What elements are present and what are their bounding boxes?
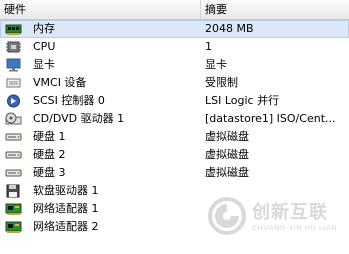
network-adapter-icon <box>5 202 22 216</box>
table-row-vmci[interactable]: VMCI 设备 受限制 <box>0 74 349 92</box>
table-row-cpu[interactable]: CPU 1 <box>0 38 349 56</box>
row-summary: 2048 MB <box>205 22 254 35</box>
row-summary: 虚拟磁盘 <box>205 130 249 143</box>
row-name: 网络适配器 1 <box>33 202 99 215</box>
table-row-scsi-controller[interactable]: SCSI 控制器 0 LSI Logic 并行 <box>0 92 349 110</box>
table-row-hard-disk-2[interactable]: 硬盘 2 虚拟磁盘 <box>0 146 349 164</box>
display-icon <box>5 58 22 72</box>
row-name: CPU <box>33 40 56 53</box>
row-summary: 虚拟磁盘 <box>205 148 249 161</box>
column-header-hardware[interactable]: 硬件 <box>0 0 201 19</box>
row-summary: [datastore1] ISO/Cent... <box>205 112 336 125</box>
watermark-title: 创新互联 <box>252 202 328 223</box>
row-name: VMCI 设备 <box>33 76 87 89</box>
watermark-logo-icon <box>207 196 247 236</box>
table-row-display[interactable]: 显卡 显卡 <box>0 56 349 74</box>
floppy-drive-icon <box>5 184 22 198</box>
memory-icon <box>5 22 22 36</box>
row-name: SCSI 控制器 0 <box>33 94 105 107</box>
scsi-controller-icon <box>5 94 22 108</box>
row-summary: 虚拟磁盘 <box>205 166 249 179</box>
cd-dvd-drive-icon <box>5 112 22 126</box>
row-name: 软盘驱动器 1 <box>33 184 99 197</box>
cpu-icon <box>5 40 22 54</box>
row-name: 网络适配器 2 <box>33 220 99 233</box>
row-name: CD/DVD 驱动器 1 <box>33 112 125 125</box>
row-name: 硬盘 2 <box>33 148 66 161</box>
hard-disk-icon <box>5 166 22 180</box>
network-adapter-icon <box>5 220 22 234</box>
row-summary: 1 <box>205 40 212 53</box>
watermark: 创新互联 CHUANG XIN HU LIAN <box>207 194 345 244</box>
row-summary: 显卡 <box>205 58 227 71</box>
hard-disk-icon <box>5 148 22 162</box>
row-name: 硬盘 3 <box>33 166 66 179</box>
row-summary: 受限制 <box>205 76 238 89</box>
row-name: 显卡 <box>33 58 55 71</box>
table-header: 硬件 摘要 <box>0 0 349 20</box>
column-header-summary[interactable]: 摘要 <box>201 0 349 19</box>
row-name: 内存 <box>33 22 55 35</box>
vmci-device-icon <box>5 76 22 90</box>
table-row-hard-disk-3[interactable]: 硬盘 3 虚拟磁盘 <box>0 164 349 182</box>
hard-disk-icon <box>5 130 22 144</box>
watermark-subtitle: CHUANG XIN HU LIAN <box>252 224 337 232</box>
row-summary: LSI Logic 并行 <box>205 94 280 107</box>
table-row-cd-dvd-drive[interactable]: CD/DVD 驱动器 1 [datastore1] ISO/Cent... <box>0 110 349 128</box>
table-row-hard-disk-1[interactable]: 硬盘 1 虚拟磁盘 <box>0 128 349 146</box>
row-name: 硬盘 1 <box>33 130 66 143</box>
table-row-memory[interactable]: 内存 2048 MB <box>0 20 349 38</box>
